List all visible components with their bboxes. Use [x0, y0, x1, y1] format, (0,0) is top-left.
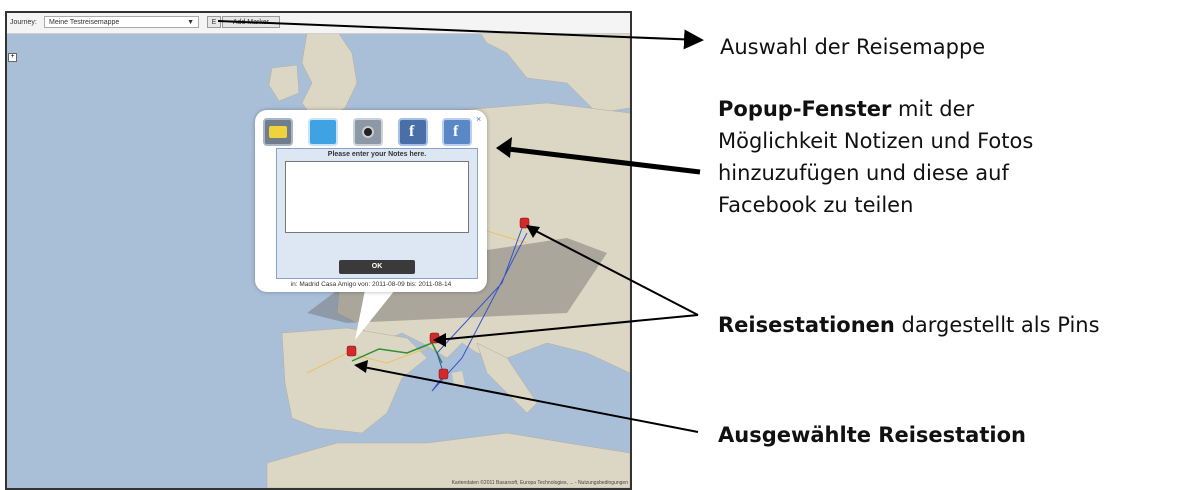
annotation-popup-line4: Facebook zu teilen [718, 193, 914, 217]
arrow-popup [499, 145, 701, 175]
annotation-selected: Ausgewählte Reisestation [718, 423, 1026, 447]
annotation-journey: Auswahl der Reisemappe [720, 35, 986, 59]
annotation-pins-bold: Reisestationen [718, 313, 895, 337]
annotation-popup-rest: mit der [891, 97, 975, 121]
annotation-arrows [217, 20, 704, 433]
annotation-popup-bold: Popup-Fenster [718, 97, 892, 121]
annotation-pins: Reisestationen dargestellt als Pins [718, 313, 1100, 337]
annotation-popup: Popup-Fenster mit der Möglichkeit Notize… [718, 93, 1188, 221]
arrow-journey [217, 20, 704, 50]
annotation-popup-line2: Möglichkeit Notizen und Fotos [718, 129, 1034, 153]
annotation-popup-line3: hinzuzufügen und diese auf [718, 161, 1009, 185]
annotation-pins-rest: dargestellt als Pins [894, 313, 1100, 337]
